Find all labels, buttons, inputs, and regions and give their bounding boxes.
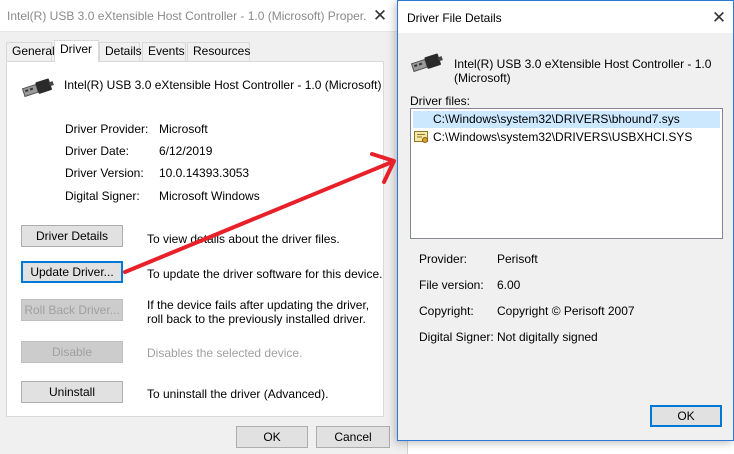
tab-driver[interactable]: Driver (54, 40, 99, 62)
red-arrow-annotation (123, 152, 396, 274)
arrow-shaft (123, 160, 394, 274)
